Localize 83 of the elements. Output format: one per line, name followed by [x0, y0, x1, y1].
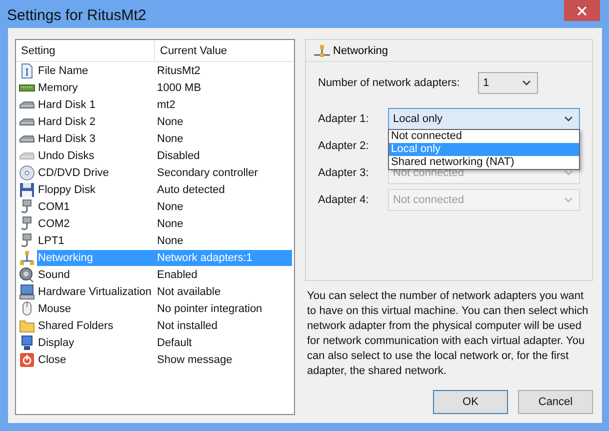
chevron-down-icon [564, 116, 573, 122]
setting-name: Mouse [37, 302, 72, 314]
settings-row[interactable]: Hardware Virtualization Not available [37, 284, 292, 300]
adapter-count-dropdown[interactable]: 1 [478, 72, 538, 94]
setting-name: Undo Disks [37, 150, 96, 162]
setting-value: Not available [156, 286, 221, 298]
network-icon [313, 44, 331, 58]
setting-value: None [156, 200, 184, 212]
setting-value: Network adapters:1 [156, 252, 252, 264]
settings-row[interactable]: COM2 None [37, 216, 292, 232]
setting-value: None [156, 116, 184, 128]
settings-row[interactable]: Close Show message [37, 352, 292, 368]
setting-name: Hard Disk 2 [37, 116, 96, 128]
network-icon [19, 250, 35, 266]
setting-name: LPT1 [37, 234, 66, 246]
settings-row[interactable]: Hard Disk 3 None [37, 130, 292, 146]
setting-name: Sound [37, 268, 71, 280]
document-icon [19, 62, 35, 78]
settings-row[interactable]: Mouse No pointer integration [37, 300, 292, 316]
settings-row[interactable]: LPT1 None [37, 232, 292, 248]
folder-icon [19, 318, 35, 334]
setting-value: RitusMt2 [156, 64, 200, 76]
setting-value: Auto detected [156, 184, 225, 196]
close-button[interactable] [564, 0, 600, 21]
power-icon [19, 352, 35, 368]
setting-value: Show message [156, 354, 232, 366]
setting-value: None [156, 234, 184, 246]
setting-value: mt2 [156, 98, 176, 110]
column-header[interactable]: Setting [16, 40, 155, 61]
setting-value: Not installed [156, 320, 218, 332]
chevron-down-icon [564, 170, 573, 176]
setting-name: Display [37, 336, 76, 348]
chevron-down-icon [522, 80, 531, 86]
setting-name: Shared Folders [37, 320, 114, 332]
column-header[interactable]: Current Value [155, 40, 228, 61]
setting-name: Memory [37, 82, 79, 94]
settings-row[interactable]: Undo Disks Disabled [37, 148, 292, 164]
settings-row[interactable]: Memory 1000 MB [37, 80, 292, 96]
cancel-button[interactable]: Cancel [518, 390, 593, 414]
window-title: Settings for RitusMt2 [6, 6, 146, 24]
disc-icon [19, 164, 35, 180]
setting-value: No pointer integration [156, 302, 262, 314]
chevron-down-icon [564, 197, 573, 203]
settings-row[interactable]: File Name RitusMt2 [37, 62, 292, 78]
settings-row[interactable]: Shared Folders Not installed [37, 318, 292, 334]
ok-button[interactable]: OK [433, 390, 508, 414]
field-label: Adapter 3: [318, 167, 370, 179]
setting-name: File Name [37, 64, 90, 76]
panel-title: Networking [333, 44, 388, 56]
setting-name: Hard Disk 1 [37, 98, 96, 110]
setting-name: COM1 [37, 200, 71, 212]
computer-icon [19, 334, 35, 350]
setting-value: None [156, 218, 184, 230]
field-label: Adapter 2: [318, 140, 370, 152]
setting-value: Default [156, 336, 192, 348]
field-label: Number of network adapters: [318, 77, 461, 89]
setting-name: Hardware Virtualization [37, 286, 153, 298]
settings-row[interactable]: Floppy Disk Auto detected [37, 182, 292, 198]
setting-value: Enabled [156, 268, 198, 280]
setting-value: Secondary controller [156, 166, 258, 178]
settings-row[interactable]: CD/DVD Drive Secondary controller [37, 164, 292, 180]
setting-name: Networking [37, 252, 94, 264]
setting-value: Disabled [156, 150, 200, 162]
setting-name: Floppy Disk [37, 184, 96, 196]
settings-row[interactable]: Display Default [37, 334, 292, 350]
description-text: You can select the number of network adapters you want to have on this virtual machine. You can then select which network adapter from the physical computer will be used for network communication with each virtual adapter. You can also select to use the local network or, for the first adapter, the shared network. [307, 289, 590, 379]
computer-icon [19, 284, 35, 300]
setting-name: COM2 [37, 218, 71, 230]
settings-row[interactable]: Hard Disk 1 mt2 [37, 96, 292, 112]
adapter-dropdown[interactable]: Local only [388, 108, 580, 130]
field-label: Adapter 1: [318, 113, 370, 125]
setting-value: None [156, 132, 184, 144]
setting-name: CD/DVD Drive [37, 166, 110, 178]
speaker-icon [19, 266, 35, 282]
settings-row[interactable]: Sound Enabled [37, 266, 292, 282]
setting-name: Close [37, 354, 68, 366]
close-icon [577, 6, 587, 16]
settings-row[interactable]: COM1 None [37, 198, 292, 214]
setting-value: 1000 MB [156, 82, 202, 94]
settings-row[interactable]: Hard Disk 2 None [37, 114, 292, 130]
dropdown-option[interactable]: Not connected [389, 130, 579, 143]
setting-name: Hard Disk 3 [37, 132, 96, 144]
field-label: Adapter 4: [318, 194, 370, 206]
